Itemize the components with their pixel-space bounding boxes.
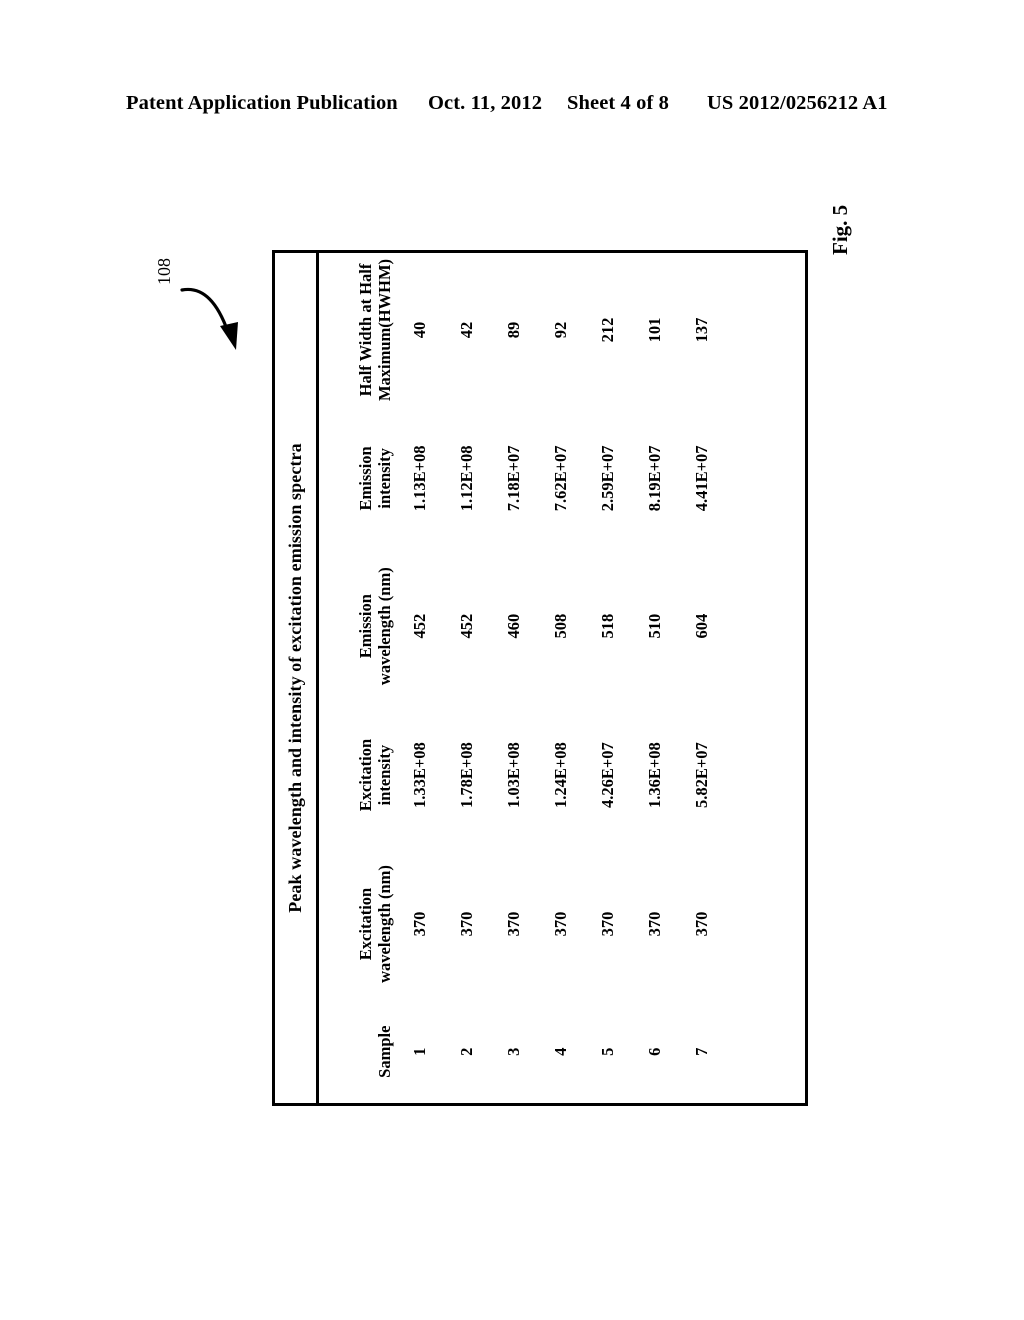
cell-hwhm: 89	[504, 321, 524, 339]
table-row: 1 370 1.33E+08 452 1.13E+08 40	[397, 253, 444, 1103]
cell-sample: 2	[457, 1047, 477, 1056]
column-header-emission-intensity: Emission intensity	[356, 446, 395, 511]
cell-excitation-intensity: 1.03E+08	[504, 742, 524, 808]
cell-hwhm: 137	[692, 317, 712, 343]
cell-emission-wavelength: 604	[692, 613, 712, 639]
cell-sample: 3	[504, 1047, 524, 1056]
cell-excitation-wavelength: 370	[410, 911, 430, 937]
cell-emission-intensity: 4.41E+07	[692, 445, 712, 512]
cell-excitation-intensity: 1.33E+08	[410, 742, 430, 808]
table-header-row: Sample Excitation wavelength (nm) Excita…	[319, 253, 397, 1103]
data-table: Sample Excitation wavelength (nm) Excita…	[319, 253, 726, 1103]
cell-excitation-intensity: 5.82E+07	[692, 742, 712, 808]
cell-excitation-wavelength: 370	[504, 911, 524, 937]
cell-sample: 1	[410, 1047, 430, 1056]
cell-emission-wavelength: 452	[457, 613, 477, 639]
table-title: Peak wavelength and intensity of excitat…	[275, 253, 319, 1103]
cell-emission-intensity: 7.62E+07	[551, 445, 571, 512]
column-header-excitation-wavelength: Excitation wavelength (nm)	[356, 865, 395, 983]
cell-emission-intensity: 7.18E+07	[504, 445, 524, 512]
table-grid: Sample Excitation wavelength (nm) Excita…	[319, 253, 805, 1103]
curved-arrow-icon	[180, 287, 238, 350]
cell-sample: 4	[551, 1047, 571, 1056]
table-row: 5 370 4.26E+07 518 2.59E+07 212	[585, 253, 632, 1103]
cell-excitation-wavelength: 370	[645, 911, 665, 937]
cell-excitation-wavelength: 370	[598, 911, 618, 937]
cell-sample: 6	[645, 1047, 665, 1056]
table-row: 6 370 1.36E+08 510 8.19E+07 101	[632, 253, 679, 1103]
cell-excitation-wavelength: 370	[692, 911, 712, 937]
cell-hwhm: 212	[598, 317, 618, 343]
table-row: 7 370 5.82E+07 604 4.41E+07 137	[679, 253, 726, 1103]
table-row: 2 370 1.78E+08 452 1.12E+08 42	[444, 253, 491, 1103]
column-header-hwhm: Half Width at Half Maximum(HWHM)	[356, 258, 395, 402]
cell-excitation-wavelength: 370	[551, 911, 571, 937]
cell-emission-intensity: 2.59E+07	[598, 445, 618, 512]
figure-table-rotated: Peak wavelength and intensity of excitat…	[272, 250, 808, 1106]
column-header-sample: Sample	[375, 1025, 395, 1078]
cell-excitation-intensity: 1.24E+08	[551, 742, 571, 808]
cell-hwhm: 101	[645, 317, 665, 343]
cell-emission-wavelength: 508	[551, 613, 571, 639]
table-row: 3 370 1.03E+08 460 7.18E+07 89	[491, 253, 538, 1103]
cell-emission-wavelength: 518	[598, 613, 618, 639]
cell-sample: 7	[692, 1047, 712, 1056]
cell-sample: 5	[598, 1047, 618, 1056]
column-header-excitation-intensity: Excitation intensity	[356, 738, 395, 812]
cell-excitation-intensity: 4.26E+07	[598, 742, 618, 808]
cell-emission-intensity: 8.19E+07	[645, 445, 665, 512]
cell-hwhm: 42	[457, 321, 477, 339]
column-header-emission-wavelength: Emission wavelength (nm)	[356, 567, 395, 686]
table-row: 4 370 1.24E+08 508 7.62E+07 92	[538, 253, 585, 1103]
cell-emission-wavelength: 460	[504, 613, 524, 639]
cell-hwhm: 92	[551, 321, 571, 339]
cell-emission-intensity: 1.12E+08	[457, 445, 477, 512]
cell-emission-wavelength: 510	[645, 613, 665, 639]
cell-emission-wavelength: 452	[410, 613, 430, 639]
cell-excitation-wavelength: 370	[457, 911, 477, 937]
figure-label: Fig. 5	[828, 204, 852, 255]
reference-numeral-108: 108	[154, 258, 174, 285]
cell-hwhm: 40	[410, 321, 430, 339]
cell-emission-intensity: 1.13E+08	[410, 445, 430, 512]
table-box: Peak wavelength and intensity of excitat…	[272, 250, 808, 1106]
cell-excitation-intensity: 1.78E+08	[457, 742, 477, 808]
cell-excitation-intensity: 1.36E+08	[645, 742, 665, 808]
figure-area: 108 Peak wavelength and intensity of exc…	[0, 0, 1024, 1320]
